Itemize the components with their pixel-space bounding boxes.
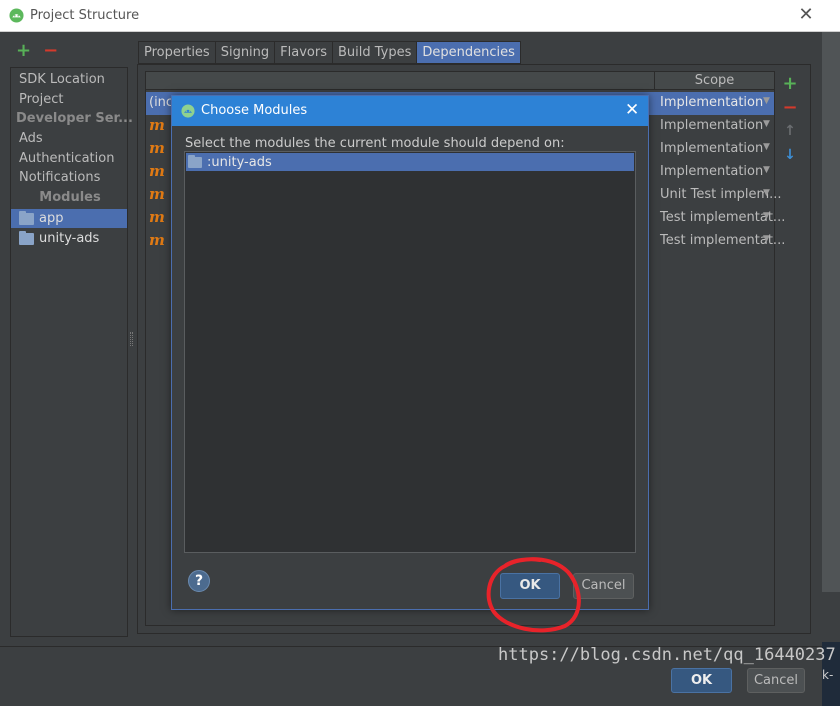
sidebar-item-label: unity-ads — [39, 231, 100, 246]
sidebar-section-modules: Modules — [39, 190, 101, 205]
sidebar: SDK Location Project Developer Ser... Ad… — [10, 67, 133, 637]
window-title-bar: Project Structure ✕ — [0, 0, 840, 32]
dropdown-arrow-icon[interactable]: ▼ — [763, 142, 770, 152]
tab-signing[interactable]: Signing — [214, 41, 275, 64]
android-icon — [181, 104, 195, 118]
dialog-title: Choose Modules — [201, 103, 308, 118]
scope-value[interactable]: Implementation — [660, 118, 763, 133]
close-icon[interactable]: ✕ — [798, 6, 814, 24]
arrow-up-icon[interactable]: ↑ — [782, 123, 798, 139]
arrow-down-icon[interactable]: ↓ — [782, 147, 798, 163]
dialog-title-bar: Choose Modules ✕ — [172, 96, 648, 126]
tab-bar: Properties Signing Flavors Build Types D… — [138, 41, 521, 64]
module-library-icon: m — [149, 116, 165, 134]
sidebar-item-unity-ads[interactable]: unity-ads — [19, 229, 99, 248]
table-header: Scope — [146, 72, 774, 90]
tab-flavors[interactable]: Flavors — [274, 41, 332, 64]
sidebar-item-sdk-location[interactable]: SDK Location — [19, 71, 105, 89]
close-icon[interactable]: ✕ — [625, 100, 639, 120]
sidebar-item-ads[interactable]: Ads — [19, 130, 43, 148]
tab-properties[interactable]: Properties — [138, 41, 215, 64]
android-icon — [9, 8, 24, 23]
dropdown-arrow-icon[interactable]: ▼ — [763, 165, 770, 175]
scope-column-header[interactable]: Scope — [654, 72, 774, 90]
splitter-handle[interactable] — [130, 332, 133, 346]
background-strip — [822, 32, 840, 592]
plus-icon[interactable]: + — [782, 73, 798, 94]
sidebar-item-app[interactable]: app — [19, 209, 63, 228]
list-item[interactable]: :unity-ads — [186, 153, 634, 171]
sidebar-item-project[interactable]: Project — [19, 91, 63, 109]
module-folder-icon — [19, 210, 34, 225]
minus-icon[interactable]: − — [782, 97, 798, 118]
ok-button[interactable]: OK — [671, 668, 732, 693]
tab-dependencies[interactable]: Dependencies — [416, 41, 521, 64]
tab-build-types[interactable]: Build Types — [332, 41, 417, 64]
help-icon[interactable]: ? — [188, 570, 210, 592]
cancel-button[interactable]: Cancel — [573, 573, 634, 599]
sidebar-item-label: app — [39, 211, 64, 226]
dropdown-arrow-icon[interactable]: ▼ — [763, 211, 770, 221]
module-library-icon: m — [149, 185, 165, 203]
module-folder-icon — [19, 230, 34, 245]
module-library-icon: m — [149, 139, 165, 157]
module-list[interactable]: :unity-ads — [184, 151, 636, 553]
minus-icon[interactable]: − — [43, 40, 58, 61]
dropdown-arrow-icon[interactable]: ▼ — [763, 119, 770, 129]
module-label: :unity-ads — [207, 154, 272, 170]
dialog-prompt: Select the modules the current module sh… — [185, 136, 565, 151]
ok-button[interactable]: OK — [500, 573, 560, 599]
module-library-icon: m — [149, 162, 165, 180]
dropdown-arrow-icon[interactable]: ▼ — [763, 96, 770, 106]
sidebar-section-developer-services: Developer Ser... — [16, 111, 133, 126]
dropdown-arrow-icon[interactable]: ▼ — [763, 234, 770, 244]
sidebar-item-authentication[interactable]: Authentication — [19, 150, 114, 168]
scope-value[interactable]: Implementation — [660, 95, 763, 110]
module-folder-icon — [188, 154, 202, 168]
choose-modules-dialog: Choose Modules ✕ Select the modules the … — [171, 95, 649, 610]
module-library-icon: m — [149, 208, 165, 226]
module-library-icon: m — [149, 231, 165, 249]
sidebar-toolbar: + − — [16, 42, 58, 60]
watermark: https://blog.csdn.net/qq_16440237 — [498, 645, 836, 665]
window-title: Project Structure — [30, 8, 140, 23]
scope-value[interactable]: Implementation — [660, 164, 763, 179]
sidebar-item-notifications[interactable]: Notifications — [19, 169, 100, 187]
dropdown-arrow-icon[interactable]: ▼ — [763, 188, 770, 198]
scope-value[interactable]: Implementation — [660, 141, 763, 156]
plus-icon[interactable]: + — [16, 40, 31, 61]
cancel-button[interactable]: Cancel — [747, 668, 805, 693]
